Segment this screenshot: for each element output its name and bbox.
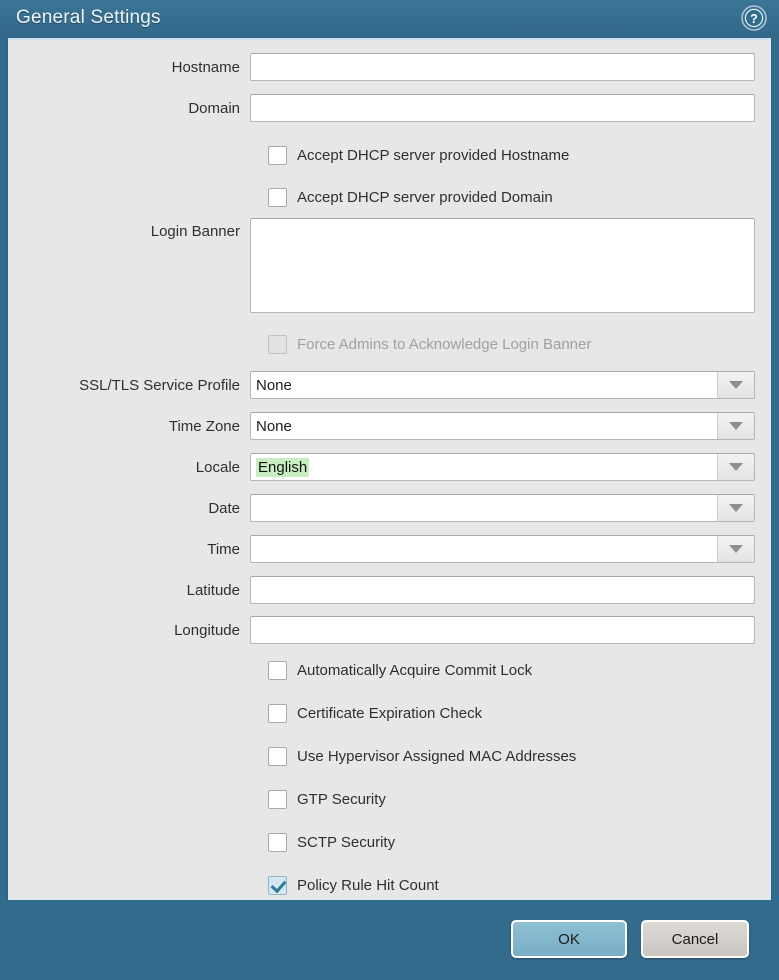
gtp-security-label: GTP Security xyxy=(297,790,386,808)
sctp-security-checkbox-row[interactable]: SCTP Security xyxy=(268,830,395,854)
time-row: Time xyxy=(10,534,769,564)
help-circle-icon[interactable]: ? xyxy=(741,5,767,31)
gtp-security-checkbox[interactable] xyxy=(268,789,287,809)
force-acknowledge-banner-label: Force Admins to Acknowledge Login Banner xyxy=(297,335,592,353)
locale-select[interactable]: English xyxy=(250,453,755,481)
accept-dhcp-hostname-checkbox[interactable] xyxy=(268,145,287,165)
longitude-row: Longitude xyxy=(10,615,769,645)
ssl-tls-service-profile-dropdown-button[interactable] xyxy=(717,372,754,398)
gtp-security-checkbox-row[interactable]: GTP Security xyxy=(268,787,386,811)
date-dropdown-button[interactable] xyxy=(717,495,754,521)
accept-dhcp-domain-checkbox-row[interactable]: Accept DHCP server provided Domain xyxy=(268,185,553,209)
date-row: Date xyxy=(10,493,769,523)
dialog-footer: OK Cancel xyxy=(0,900,779,980)
ssl-tls-service-profile-row: SSL/TLS Service Profile None xyxy=(10,370,769,400)
latitude-row: Latitude xyxy=(10,575,769,605)
latitude-input[interactable] xyxy=(250,576,755,604)
dialog-title: General Settings xyxy=(16,7,161,28)
date-label: Date xyxy=(208,499,240,517)
policy-rule-hit-count-checkbox-row[interactable]: Policy Rule Hit Count xyxy=(268,873,439,897)
general-settings-dialog: General Settings ? Hostname Domain Accep… xyxy=(0,0,779,980)
login-banner-textarea[interactable] xyxy=(250,218,755,313)
domain-label: Domain xyxy=(188,99,240,117)
time-zone-select[interactable]: None xyxy=(250,412,755,440)
locale-label: Locale xyxy=(195,458,240,476)
locale-dropdown-button[interactable] xyxy=(717,454,754,480)
dialog-titlebar: General Settings ? xyxy=(0,0,779,38)
chevron-down-icon xyxy=(729,504,743,512)
chevron-down-icon xyxy=(729,463,743,471)
hostname-label: Hostname xyxy=(171,58,240,76)
accept-dhcp-domain-checkbox[interactable] xyxy=(268,187,287,207)
hypervisor-mac-checkbox-row[interactable]: Use Hypervisor Assigned MAC Addresses xyxy=(268,744,576,768)
login-banner-label: Login Banner xyxy=(150,223,240,240)
hostname-input[interactable] xyxy=(250,53,755,81)
hypervisor-mac-label: Use Hypervisor Assigned MAC Addresses xyxy=(297,747,577,765)
force-acknowledge-banner-checkbox xyxy=(268,334,287,354)
longitude-input[interactable] xyxy=(250,616,755,644)
cancel-button[interactable]: Cancel xyxy=(641,920,749,958)
chevron-down-icon xyxy=(729,381,743,389)
chevron-down-icon xyxy=(729,545,743,553)
hypervisor-mac-checkbox[interactable] xyxy=(268,746,287,766)
ssl-tls-service-profile-label: SSL/TLS Service Profile xyxy=(79,376,240,394)
accept-dhcp-hostname-checkbox-row[interactable]: Accept DHCP server provided Hostname xyxy=(268,143,569,167)
locale-row: Locale English xyxy=(10,452,769,482)
latitude-label: Latitude xyxy=(186,581,240,599)
ok-button[interactable]: OK xyxy=(511,920,627,958)
domain-input[interactable] xyxy=(250,94,755,122)
chevron-down-icon xyxy=(729,422,743,430)
time-zone-dropdown-button[interactable] xyxy=(717,413,754,439)
auto-commit-lock-checkbox-row[interactable]: Automatically Acquire Commit Lock xyxy=(268,658,532,682)
certificate-expiration-check-checkbox-row[interactable]: Certificate Expiration Check xyxy=(268,701,482,725)
domain-row: Domain xyxy=(10,93,769,123)
time-zone-label: Time Zone xyxy=(168,417,240,435)
sctp-security-checkbox[interactable] xyxy=(268,832,287,852)
policy-rule-hit-count-checkbox[interactable] xyxy=(268,875,287,895)
hostname-row: Hostname xyxy=(10,52,769,82)
time-select[interactable] xyxy=(250,535,755,563)
auto-commit-lock-checkbox[interactable] xyxy=(268,660,287,680)
time-dropdown-button[interactable] xyxy=(717,536,754,562)
ssl-tls-service-profile-value: None xyxy=(256,376,292,394)
ssl-tls-service-profile-select[interactable]: None xyxy=(250,371,755,399)
date-select[interactable] xyxy=(250,494,755,522)
certificate-expiration-check-checkbox[interactable] xyxy=(268,703,287,723)
settings-panel: Hostname Domain Accept DHCP server provi… xyxy=(8,38,771,900)
time-zone-row: Time Zone None xyxy=(10,411,769,441)
time-zone-value: None xyxy=(256,417,292,435)
accept-dhcp-domain-label: Accept DHCP server provided Domain xyxy=(297,188,553,206)
time-label: Time xyxy=(207,540,240,558)
certificate-expiration-check-label: Certificate Expiration Check xyxy=(297,704,483,722)
force-acknowledge-banner-checkbox-row: Force Admins to Acknowledge Login Banner xyxy=(268,332,591,356)
svg-text:?: ? xyxy=(750,12,758,26)
login-banner-row: Login Banner xyxy=(10,218,769,313)
sctp-security-label: SCTP Security xyxy=(297,833,396,851)
accept-dhcp-hostname-label: Accept DHCP server provided Hostname xyxy=(297,146,570,164)
longitude-label: Longitude xyxy=(174,621,240,639)
locale-value: English xyxy=(256,457,310,477)
policy-rule-hit-count-label: Policy Rule Hit Count xyxy=(297,876,439,894)
auto-commit-lock-label: Automatically Acquire Commit Lock xyxy=(297,661,533,679)
